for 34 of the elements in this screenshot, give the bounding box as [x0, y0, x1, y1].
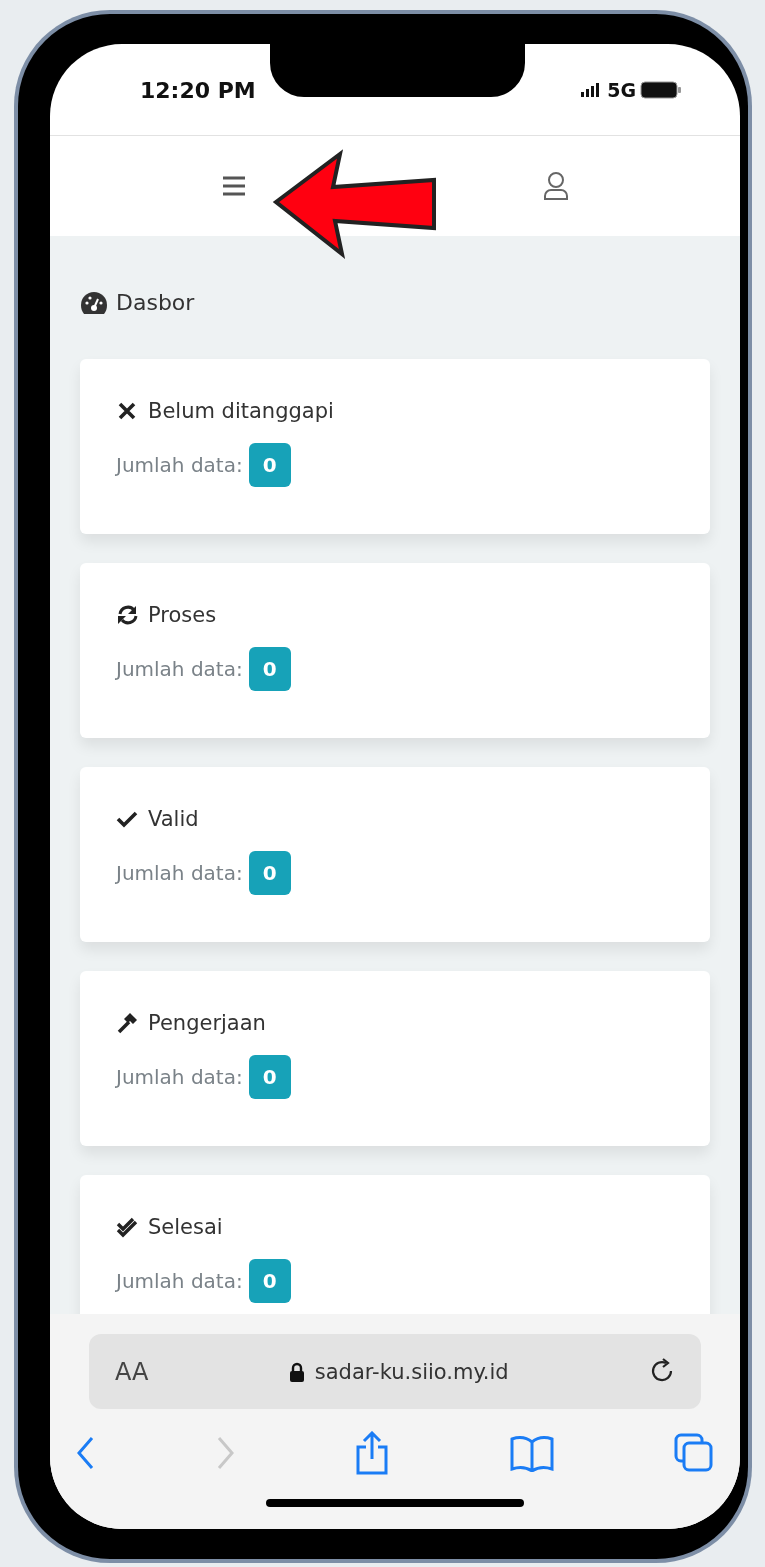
double-check-icon — [116, 1216, 138, 1238]
count-badge: 0 — [248, 1259, 291, 1303]
share-icon[interactable] — [354, 1431, 390, 1475]
count-badge: 0 — [248, 443, 291, 487]
book-icon[interactable] — [509, 1434, 555, 1472]
card-title: Proses — [148, 603, 217, 627]
card-title: Valid — [148, 807, 199, 831]
page-title: Dasbor — [116, 290, 195, 315]
tabs-icon[interactable] — [674, 1433, 714, 1473]
count-label: Jumlah data: — [116, 1269, 243, 1293]
hammer-icon — [116, 1012, 138, 1034]
count-badge: 0 — [248, 647, 291, 691]
close-icon — [116, 400, 138, 422]
count-badge: 0 — [248, 851, 291, 895]
count-badge: 0 — [248, 1055, 291, 1099]
card-title: Selesai — [148, 1215, 223, 1239]
lock-icon — [288, 1361, 305, 1382]
back-icon[interactable] — [76, 1436, 96, 1470]
count-label: Jumlah data: — [116, 861, 243, 885]
sync-icon — [116, 604, 138, 626]
url-text: sadar-ku.siio.my.id — [314, 1359, 509, 1384]
menu-icon[interactable] — [220, 175, 247, 197]
count-label: Jumlah data: — [116, 1065, 243, 1089]
card-title: Pengerjaan — [148, 1011, 266, 1035]
user-icon[interactable] — [541, 171, 570, 201]
text-size-button[interactable]: AA — [115, 1357, 149, 1386]
battery-icon — [640, 80, 682, 99]
count-label: Jumlah data: — [116, 453, 243, 477]
card-title: Belum ditanggapi — [148, 399, 334, 423]
address-bar[interactable]: AA sadar-ku.siio.my.id — [89, 1334, 701, 1409]
dashboard-icon — [80, 290, 108, 315]
network-label: 5G — [607, 78, 636, 101]
count-label: Jumlah data: — [116, 657, 243, 681]
status-time: 12:20 PM — [140, 78, 256, 103]
